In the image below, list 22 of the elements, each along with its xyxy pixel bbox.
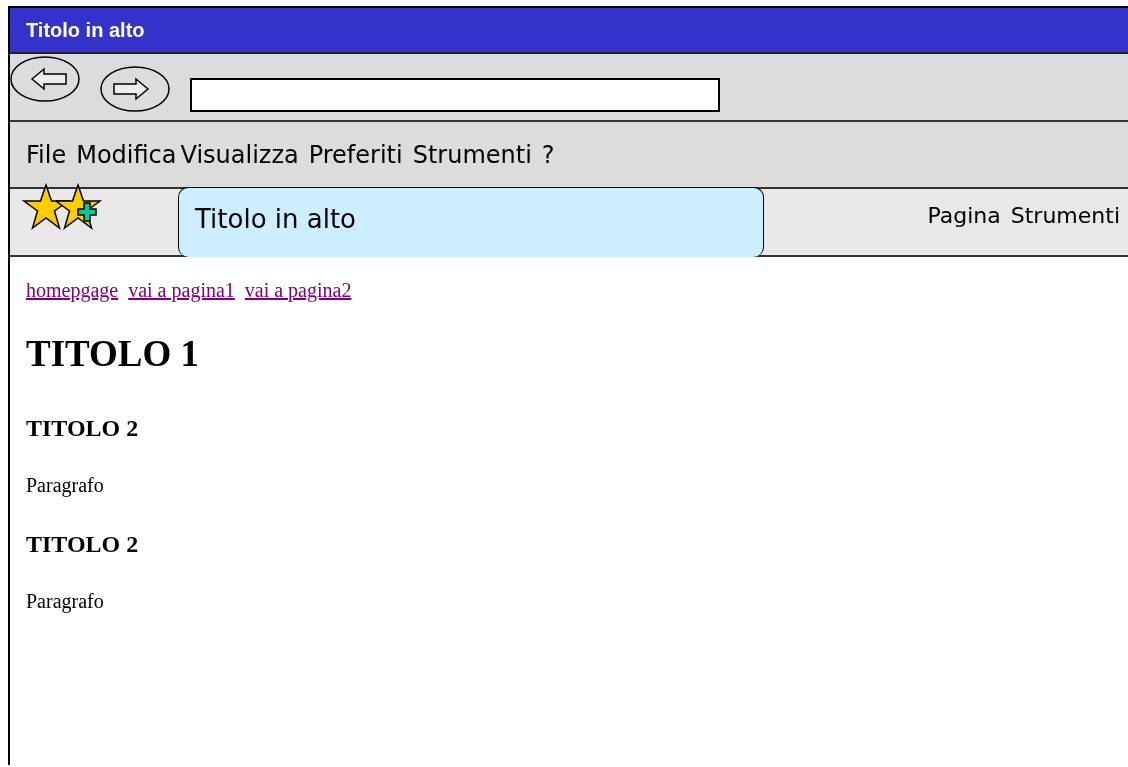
forward-button[interactable] <box>100 66 170 112</box>
back-button[interactable] <box>10 56 80 102</box>
command-menu[interactable]: Pagina <box>927 203 1001 228</box>
heading: TITOLO 1 <box>26 332 201 375</box>
browser-tab[interactable]: Titolo in alto <box>178 187 764 257</box>
menu-item[interactable]: Strumenti <box>412 140 532 169</box>
menu-item[interactable]: Modifica <box>76 140 177 169</box>
subheading: TITOLO 2 <box>26 415 140 442</box>
page-link[interactable]: homepgage <box>26 279 119 302</box>
menu-item[interactable]: ? <box>541 140 555 169</box>
command-menu[interactable]: Strumenti <box>1010 203 1120 228</box>
menu-item[interactable]: File <box>26 140 67 169</box>
menu-item[interactable]: Preferiti <box>308 140 403 169</box>
paragraph: Paragrafo <box>26 590 105 613</box>
page-link[interactable]: vai a pagina1 <box>128 279 235 302</box>
window-title: Titolo in alto <box>26 18 145 42</box>
subheading: TITOLO 2 <box>26 531 140 558</box>
paragraph: Paragrafo <box>26 474 105 497</box>
menu-item[interactable]: Visualizza <box>180 140 299 169</box>
add-favorite-icon[interactable] <box>56 183 104 231</box>
page-link[interactable]: vai a pagina2 <box>244 279 352 302</box>
address-field[interactable] <box>190 78 720 112</box>
